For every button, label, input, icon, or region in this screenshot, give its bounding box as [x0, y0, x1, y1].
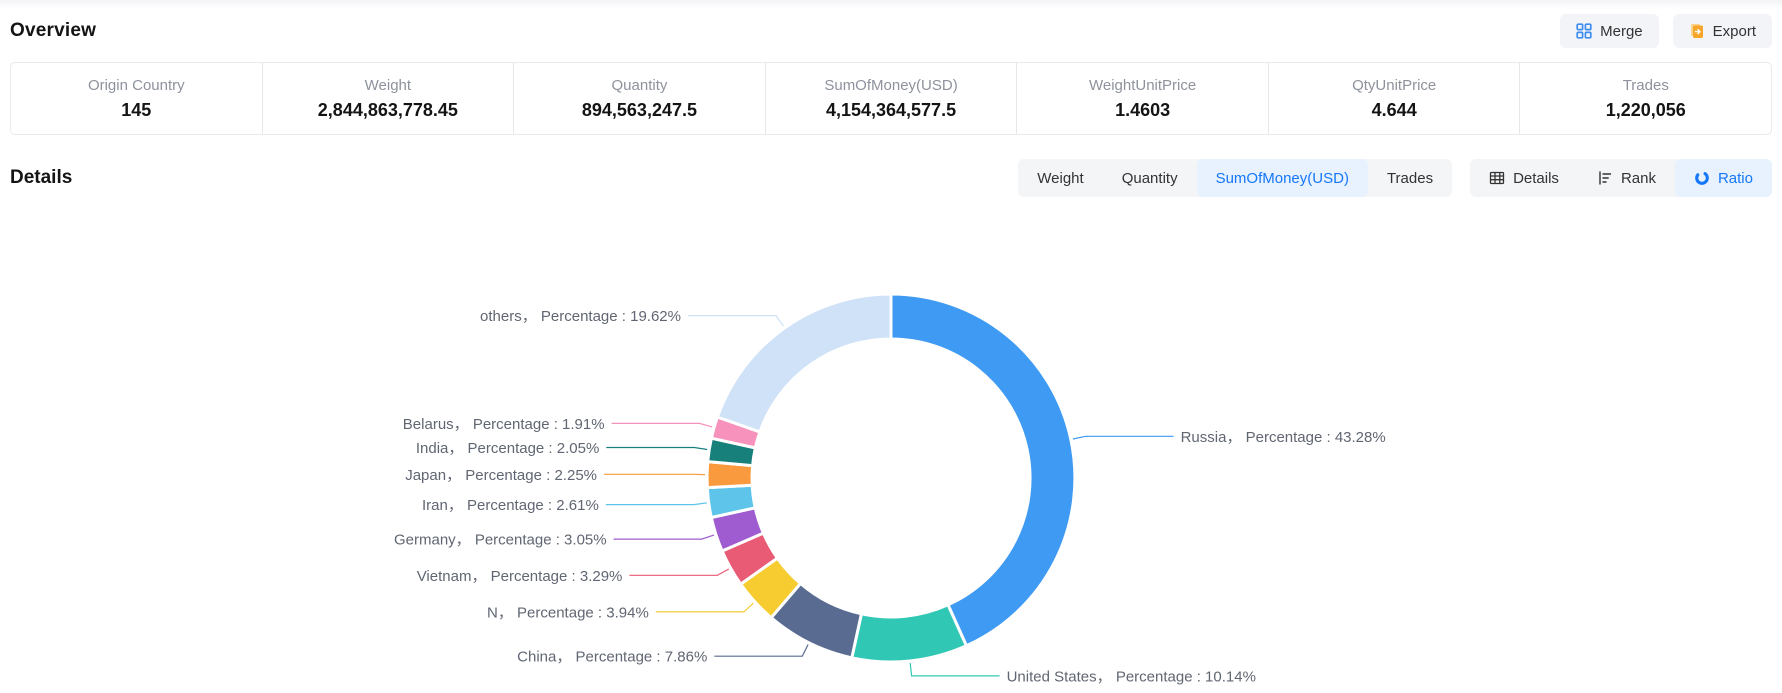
stat-cell-sumofmoney-usd-: SumOfMoney(USD) 4,154,364,577.5	[766, 63, 1018, 134]
metric-tab-group: Weight Quantity SumOfMoney(USD) Trades	[1018, 159, 1452, 197]
donut-slice-others[interactable]	[717, 294, 891, 432]
overview-stats-card: Origin Country 145Weight 2,844,863,778.4…	[10, 62, 1772, 135]
stat-label: Trades	[1623, 77, 1669, 94]
view-tab-group: Details Rank Ratio	[1470, 159, 1772, 197]
tab-label: Quantity	[1122, 170, 1178, 187]
stat-value: 4,154,364,577.5	[826, 100, 956, 121]
stat-label: Weight	[365, 77, 411, 94]
donut-slice-russia[interactable]	[891, 294, 1075, 646]
label-line-iran	[606, 503, 707, 505]
tab-label: Trades	[1387, 170, 1433, 187]
export-icon	[1689, 23, 1705, 39]
stat-label: WeightUnitPrice	[1089, 77, 1196, 94]
page: Overview Merge Export Origin Country 145…	[0, 0, 1782, 197]
slice-label-n: N， Percentage : 3.94%	[487, 604, 649, 621]
table-icon	[1489, 170, 1505, 186]
tab-ratio[interactable]: Ratio	[1675, 159, 1772, 197]
slice-label-japan: Japan， Percentage : 2.25%	[405, 467, 597, 484]
stat-cell-quantity: Quantity 894,563,247.5	[514, 63, 766, 134]
stat-label: Quantity	[612, 77, 668, 94]
header-buttons: Merge Export	[1560, 14, 1772, 48]
slice-label-germany: Germany， Percentage : 3.05%	[394, 532, 607, 549]
donut-slice-united-states[interactable]	[852, 605, 967, 662]
details-header: Details Weight Quantity SumOfMoney(USD) Tra…	[10, 159, 1772, 197]
tab-label: SumOfMoney(USD)	[1216, 170, 1349, 187]
export-button[interactable]: Export	[1673, 14, 1772, 48]
stat-label: QtyUnitPrice	[1352, 77, 1436, 94]
label-line-others	[688, 316, 784, 327]
merge-button-label: Merge	[1600, 23, 1643, 40]
stat-cell-origin-country: Origin Country 145	[11, 63, 263, 134]
stat-value: 1,220,056	[1606, 100, 1686, 121]
tab-quantity[interactable]: Quantity	[1103, 159, 1197, 197]
label-line-russia	[1073, 436, 1174, 439]
tab-trades[interactable]: Trades	[1368, 159, 1452, 197]
page-title: Overview	[10, 20, 96, 42]
tab-label: Details	[1513, 170, 1559, 187]
label-line-n	[656, 603, 754, 612]
stat-value: 894,563,247.5	[582, 100, 697, 121]
slice-label-belarus: Belarus， Percentage : 1.91%	[403, 416, 605, 433]
label-line-india	[606, 448, 707, 450]
stat-value: 4.644	[1372, 100, 1417, 121]
label-line-belarus	[612, 423, 713, 427]
slice-label-russia: Russia， Percentage : 43.28%	[1181, 429, 1386, 446]
tab-label: Weight	[1037, 170, 1083, 187]
stat-value: 2,844,863,778.45	[318, 100, 458, 121]
stat-value: 145	[121, 100, 151, 121]
label-line-china	[714, 645, 808, 657]
stat-cell-weight: Weight 2,844,863,778.45	[263, 63, 515, 134]
tab-label: Ratio	[1718, 170, 1753, 187]
tab-rank[interactable]: Rank	[1578, 159, 1675, 197]
export-button-label: Export	[1713, 23, 1756, 40]
merge-button[interactable]: Merge	[1560, 14, 1659, 48]
slice-label-vietnam: Vietnam， Percentage : 3.29%	[417, 568, 623, 585]
tab-details[interactable]: Details	[1470, 159, 1578, 197]
label-line-united-states	[910, 663, 999, 676]
slice-label-iran: Iran， Percentage : 2.61%	[422, 497, 599, 514]
ratio-donut-chart: Russia， Percentage : 43.28% United States…	[0, 200, 1782, 688]
overview-header: Overview Merge Export	[10, 0, 1772, 48]
rank-icon	[1597, 170, 1613, 186]
tab-groups: Weight Quantity SumOfMoney(USD) Trades Deta…	[1018, 159, 1772, 197]
merge-icon	[1576, 23, 1592, 39]
stat-value: 1.4603	[1115, 100, 1170, 121]
label-line-vietnam	[629, 569, 728, 575]
details-title: Details	[10, 167, 72, 189]
tab-weight[interactable]: Weight	[1018, 159, 1102, 197]
ratio-icon	[1694, 170, 1710, 186]
stat-cell-weightunitprice: WeightUnitPrice 1.4603	[1017, 63, 1269, 134]
slice-label-united-states: United States， Percentage : 10.14%	[1007, 668, 1256, 685]
label-line-germany	[614, 535, 714, 539]
slice-label-india: India， Percentage : 2.05%	[416, 440, 599, 457]
stat-label: Origin Country	[88, 77, 185, 94]
slice-label-china: China， Percentage : 7.86%	[517, 649, 707, 666]
stat-cell-trades: Trades 1,220,056	[1520, 63, 1771, 134]
stat-cell-qtyunitprice: QtyUnitPrice 4.644	[1269, 63, 1521, 134]
slice-label-others: others， Percentage : 19.62%	[480, 308, 681, 325]
tab-label: Rank	[1621, 170, 1656, 187]
stat-label: SumOfMoney(USD)	[824, 77, 957, 94]
tab-sumofmoney-usd-[interactable]: SumOfMoney(USD)	[1197, 159, 1368, 197]
